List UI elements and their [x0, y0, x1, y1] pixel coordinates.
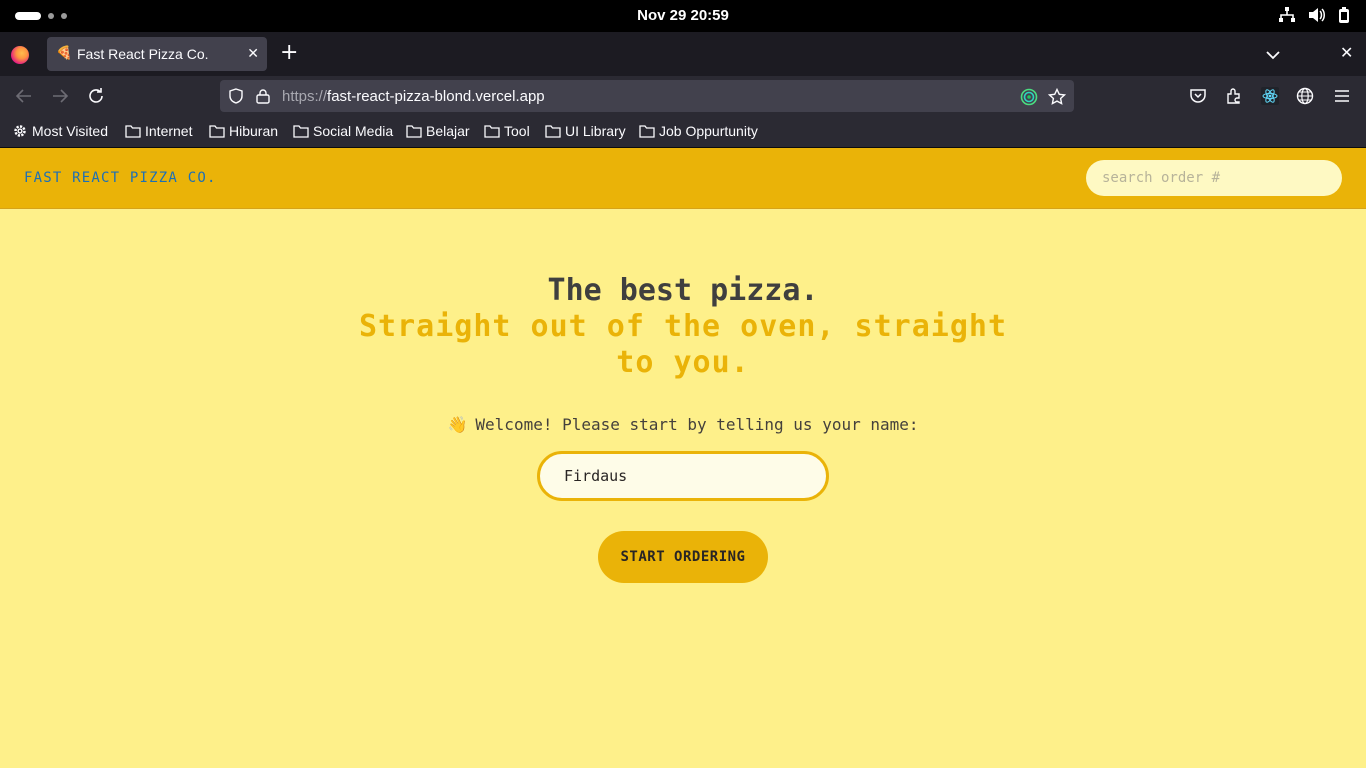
- tab-strip: 🍕 Fast React Pizza Co. ✕ + ✕: [0, 32, 1366, 76]
- folder-icon: [125, 124, 141, 138]
- main-content: The best pizza. Straight out of the oven…: [0, 209, 1366, 768]
- bookmark-folder-internet[interactable]: Internet: [125, 123, 192, 139]
- url-text[interactable]: https://fast-react-pizza-blond.vercel.ap…: [282, 88, 545, 105]
- list-all-tabs-chevron-icon[interactable]: [1265, 46, 1281, 65]
- extensions-puzzle-icon[interactable]: [1225, 87, 1243, 109]
- bookmark-folder-ui-library[interactable]: UI Library: [545, 123, 626, 139]
- name-input[interactable]: [537, 451, 829, 501]
- new-tab-button[interactable]: +: [280, 42, 298, 64]
- bookmark-folder-job-oppurtunity[interactable]: Job Oppurtunity: [639, 123, 758, 139]
- bookmark-label: Hiburan: [229, 123, 279, 139]
- bookmark-folder-belajar[interactable]: Belajar: [406, 123, 470, 139]
- url-bar[interactable]: https://fast-react-pizza-blond.vercel.ap…: [220, 80, 1074, 112]
- tracking-protection-shield-icon[interactable]: [228, 88, 244, 108]
- system-tray[interactable]: [1278, 7, 1350, 23]
- reload-icon[interactable]: [87, 87, 105, 109]
- hero-title: The best pizza.: [547, 273, 819, 308]
- bookmark-label: Most Visited: [32, 123, 108, 139]
- pizza-favicon-icon: 🍕: [56, 46, 73, 61]
- tab-active[interactable]: 🍕 Fast React Pizza Co. ✕: [47, 37, 267, 71]
- folder-icon: [406, 124, 422, 138]
- bookmark-folder-social-media[interactable]: Social Media: [293, 123, 393, 139]
- hero-subtitle: Straight out of the oven, straight to yo…: [358, 309, 1008, 380]
- bookmark-label: Social Media: [313, 123, 394, 139]
- battery-icon: [1338, 7, 1350, 23]
- folder-icon: [545, 124, 561, 138]
- bookmarks-toolbar: Most Visited Internet Hiburan Social Med…: [0, 116, 1366, 148]
- start-ordering-button[interactable]: START ORDERING: [598, 531, 768, 583]
- gear-icon: [12, 123, 28, 139]
- volume-icon: [1308, 7, 1326, 23]
- globe-icon[interactable]: [1296, 87, 1314, 109]
- system-top-bar: Nov 29 20:59: [0, 0, 1366, 32]
- extension-target-icon[interactable]: [1020, 88, 1038, 110]
- waving-hand-icon: 👋: [447, 415, 468, 434]
- network-icon: [1278, 7, 1296, 23]
- back-arrow-icon[interactable]: [15, 87, 33, 109]
- pocket-icon[interactable]: [1189, 87, 1207, 109]
- folder-icon: [639, 124, 655, 138]
- search-order-input[interactable]: [1086, 160, 1342, 196]
- bookmark-star-icon[interactable]: [1047, 87, 1067, 110]
- firefox-icon[interactable]: [11, 46, 29, 64]
- window-close-button[interactable]: ✕: [1340, 43, 1353, 62]
- bookmark-label: Tool: [504, 123, 530, 139]
- welcome-text: Welcome! Please start by telling us your…: [475, 415, 919, 434]
- lock-icon[interactable]: [256, 88, 270, 108]
- folder-icon: [293, 124, 309, 138]
- navigation-toolbar: https://fast-react-pizza-blond.vercel.ap…: [0, 76, 1366, 116]
- site-header: FAST REACT PIZZA CO.: [0, 148, 1366, 209]
- hamburger-menu-icon[interactable]: [1333, 87, 1351, 109]
- folder-icon: [484, 124, 500, 138]
- home-logo-link[interactable]: FAST REACT PIZZA CO.: [24, 170, 217, 186]
- system-clock[interactable]: Nov 29 20:59: [0, 7, 1366, 24]
- bookmark-label: Job Oppurtunity: [659, 123, 758, 139]
- react-devtools-icon[interactable]: [1261, 87, 1279, 109]
- bookmark-label: Internet: [145, 123, 193, 139]
- folder-icon: [209, 124, 225, 138]
- bookmark-label: Belajar: [426, 123, 470, 139]
- bookmark-most-visited[interactable]: Most Visited: [12, 123, 108, 139]
- tab-title: Fast React Pizza Co.: [77, 46, 209, 62]
- bookmark-label: UI Library: [565, 123, 626, 139]
- forward-arrow-icon[interactable]: [51, 87, 69, 109]
- bookmark-folder-hiburan[interactable]: Hiburan: [209, 123, 278, 139]
- url-host: fast-react-pizza-blond.vercel.app: [327, 88, 545, 105]
- welcome-prompt: 👋 Welcome! Please start by telling us you…: [0, 415, 1366, 434]
- url-scheme: https://: [282, 88, 328, 105]
- bookmark-folder-tool[interactable]: Tool: [484, 123, 530, 139]
- tab-close-icon[interactable]: ✕: [247, 46, 259, 62]
